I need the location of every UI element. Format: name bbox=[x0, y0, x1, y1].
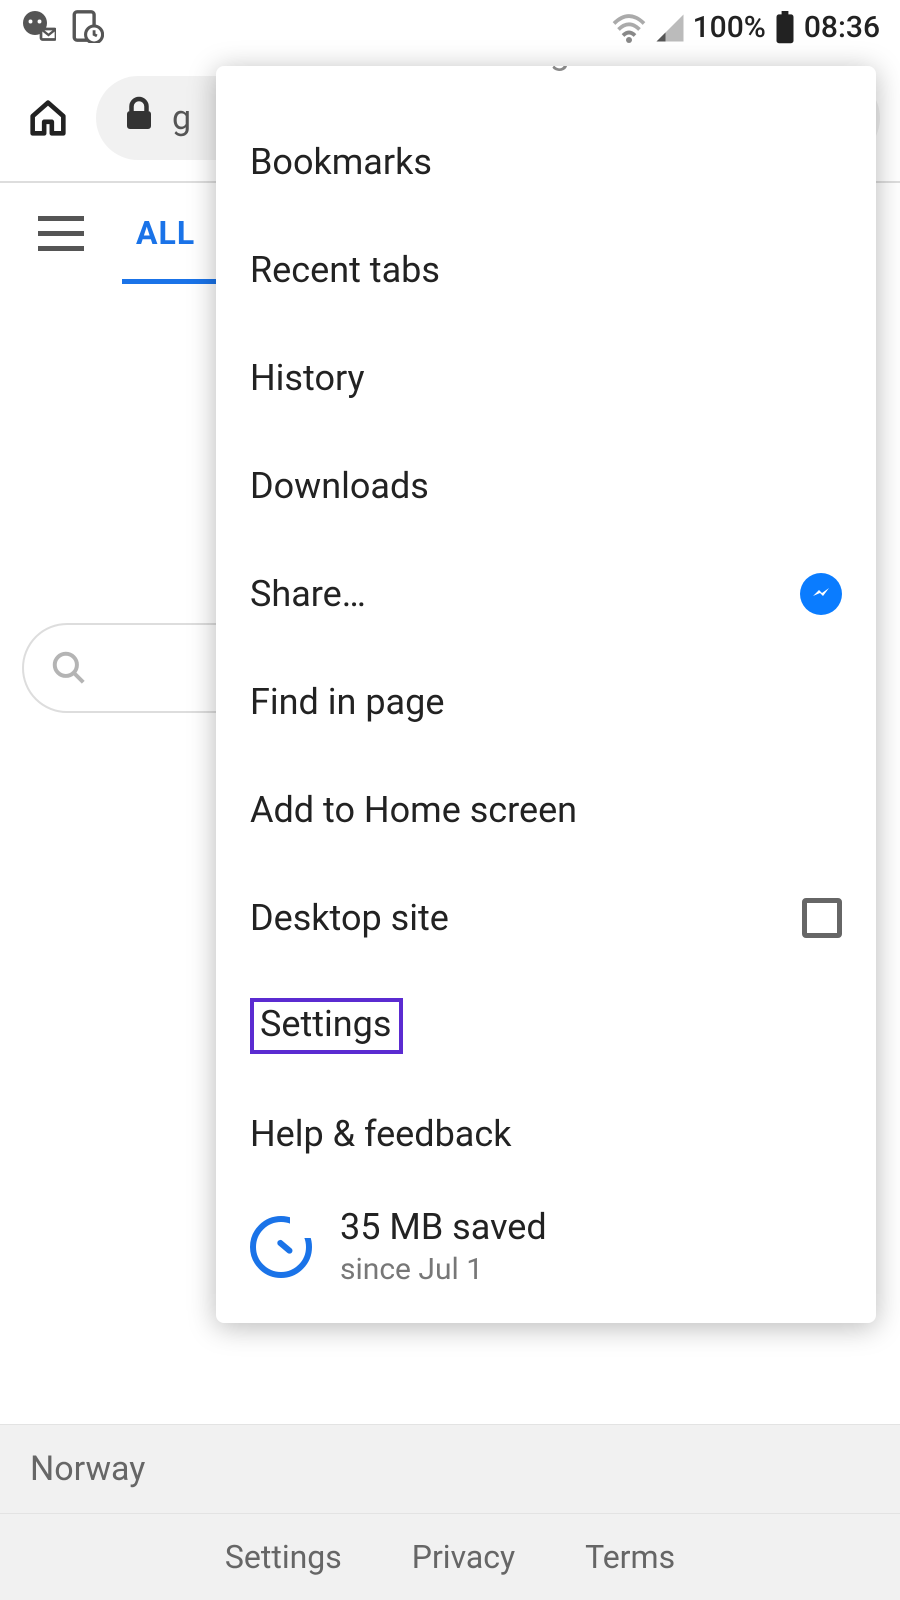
tab-all-label: ALL bbox=[136, 214, 195, 252]
gauge-icon bbox=[250, 1216, 312, 1278]
footer-privacy[interactable]: Privacy bbox=[412, 1538, 515, 1576]
menu-item-label: Share… bbox=[250, 573, 366, 615]
footer-terms[interactable]: Terms bbox=[585, 1538, 675, 1576]
menu-item-settings[interactable]: Settings bbox=[216, 972, 876, 1080]
menu-item-label: History bbox=[250, 357, 365, 399]
status-bar: 100% 08:36 bbox=[0, 0, 900, 55]
menu-item-add-home-screen[interactable]: Add to Home screen bbox=[216, 756, 876, 864]
desktop-site-checkbox[interactable] bbox=[802, 898, 842, 938]
data-saver-line2: since Jul 1 bbox=[340, 1252, 547, 1287]
battery-icon bbox=[774, 11, 796, 45]
signal-icon bbox=[655, 13, 685, 43]
chat-mail-icon bbox=[20, 8, 56, 48]
status-left-icons bbox=[20, 8, 104, 48]
sync-clock-icon bbox=[70, 9, 104, 47]
menu-item-find-in-page[interactable]: Find in page bbox=[216, 648, 876, 756]
menu-item-label: Desktop site bbox=[250, 897, 449, 939]
messenger-icon[interactable] bbox=[800, 573, 842, 615]
menu-item-desktop-site[interactable]: Desktop site bbox=[216, 864, 876, 972]
menu-item-data-saver[interactable]: 35 MB saved since Jul 1 bbox=[216, 1188, 876, 1305]
menu-item-history[interactable]: History bbox=[216, 324, 876, 432]
menu-item-label: Downloads bbox=[250, 465, 429, 507]
data-saver-line1: 35 MB saved bbox=[340, 1206, 547, 1248]
menu-item-help-feedback[interactable]: Help & feedback bbox=[216, 1080, 876, 1188]
menu-item-label: Find in page bbox=[250, 681, 444, 723]
menu-list: Bookmarks Recent tabs History Downloads … bbox=[216, 66, 876, 1305]
lock-icon bbox=[124, 96, 154, 141]
location-text: Norway bbox=[30, 1449, 145, 1489]
overflow-menu: New Incognito tab Bookmarks Recent tabs … bbox=[216, 66, 876, 1323]
home-button[interactable] bbox=[20, 90, 76, 146]
menu-item-bookmarks[interactable]: Bookmarks bbox=[216, 108, 876, 216]
footer-links: Settings Privacy Terms bbox=[0, 1514, 900, 1600]
clock-time: 08:36 bbox=[804, 10, 880, 45]
menu-item-label: Recent tabs bbox=[250, 249, 440, 291]
location-row: Norway bbox=[0, 1424, 900, 1514]
footer-settings[interactable]: Settings bbox=[225, 1538, 342, 1576]
menu-item-label: Bookmarks bbox=[250, 141, 432, 183]
wifi-icon bbox=[611, 13, 647, 43]
tab-all[interactable]: ALL bbox=[128, 184, 203, 282]
search-icon bbox=[50, 649, 88, 687]
menu-item-recent-tabs[interactable]: Recent tabs bbox=[216, 216, 876, 324]
menu-item-downloads[interactable]: Downloads bbox=[216, 432, 876, 540]
status-right: 100% 08:36 bbox=[611, 10, 880, 45]
menu-item-share[interactable]: Share… bbox=[216, 540, 876, 648]
menu-item-label: Help & feedback bbox=[250, 1113, 511, 1155]
menu-item-label: Add to Home screen bbox=[250, 789, 577, 831]
battery-pct: 100% bbox=[693, 10, 766, 45]
menu-item-label: Settings bbox=[250, 998, 403, 1054]
hamburger-menu-icon[interactable] bbox=[38, 208, 88, 258]
address-text: g bbox=[172, 98, 191, 138]
